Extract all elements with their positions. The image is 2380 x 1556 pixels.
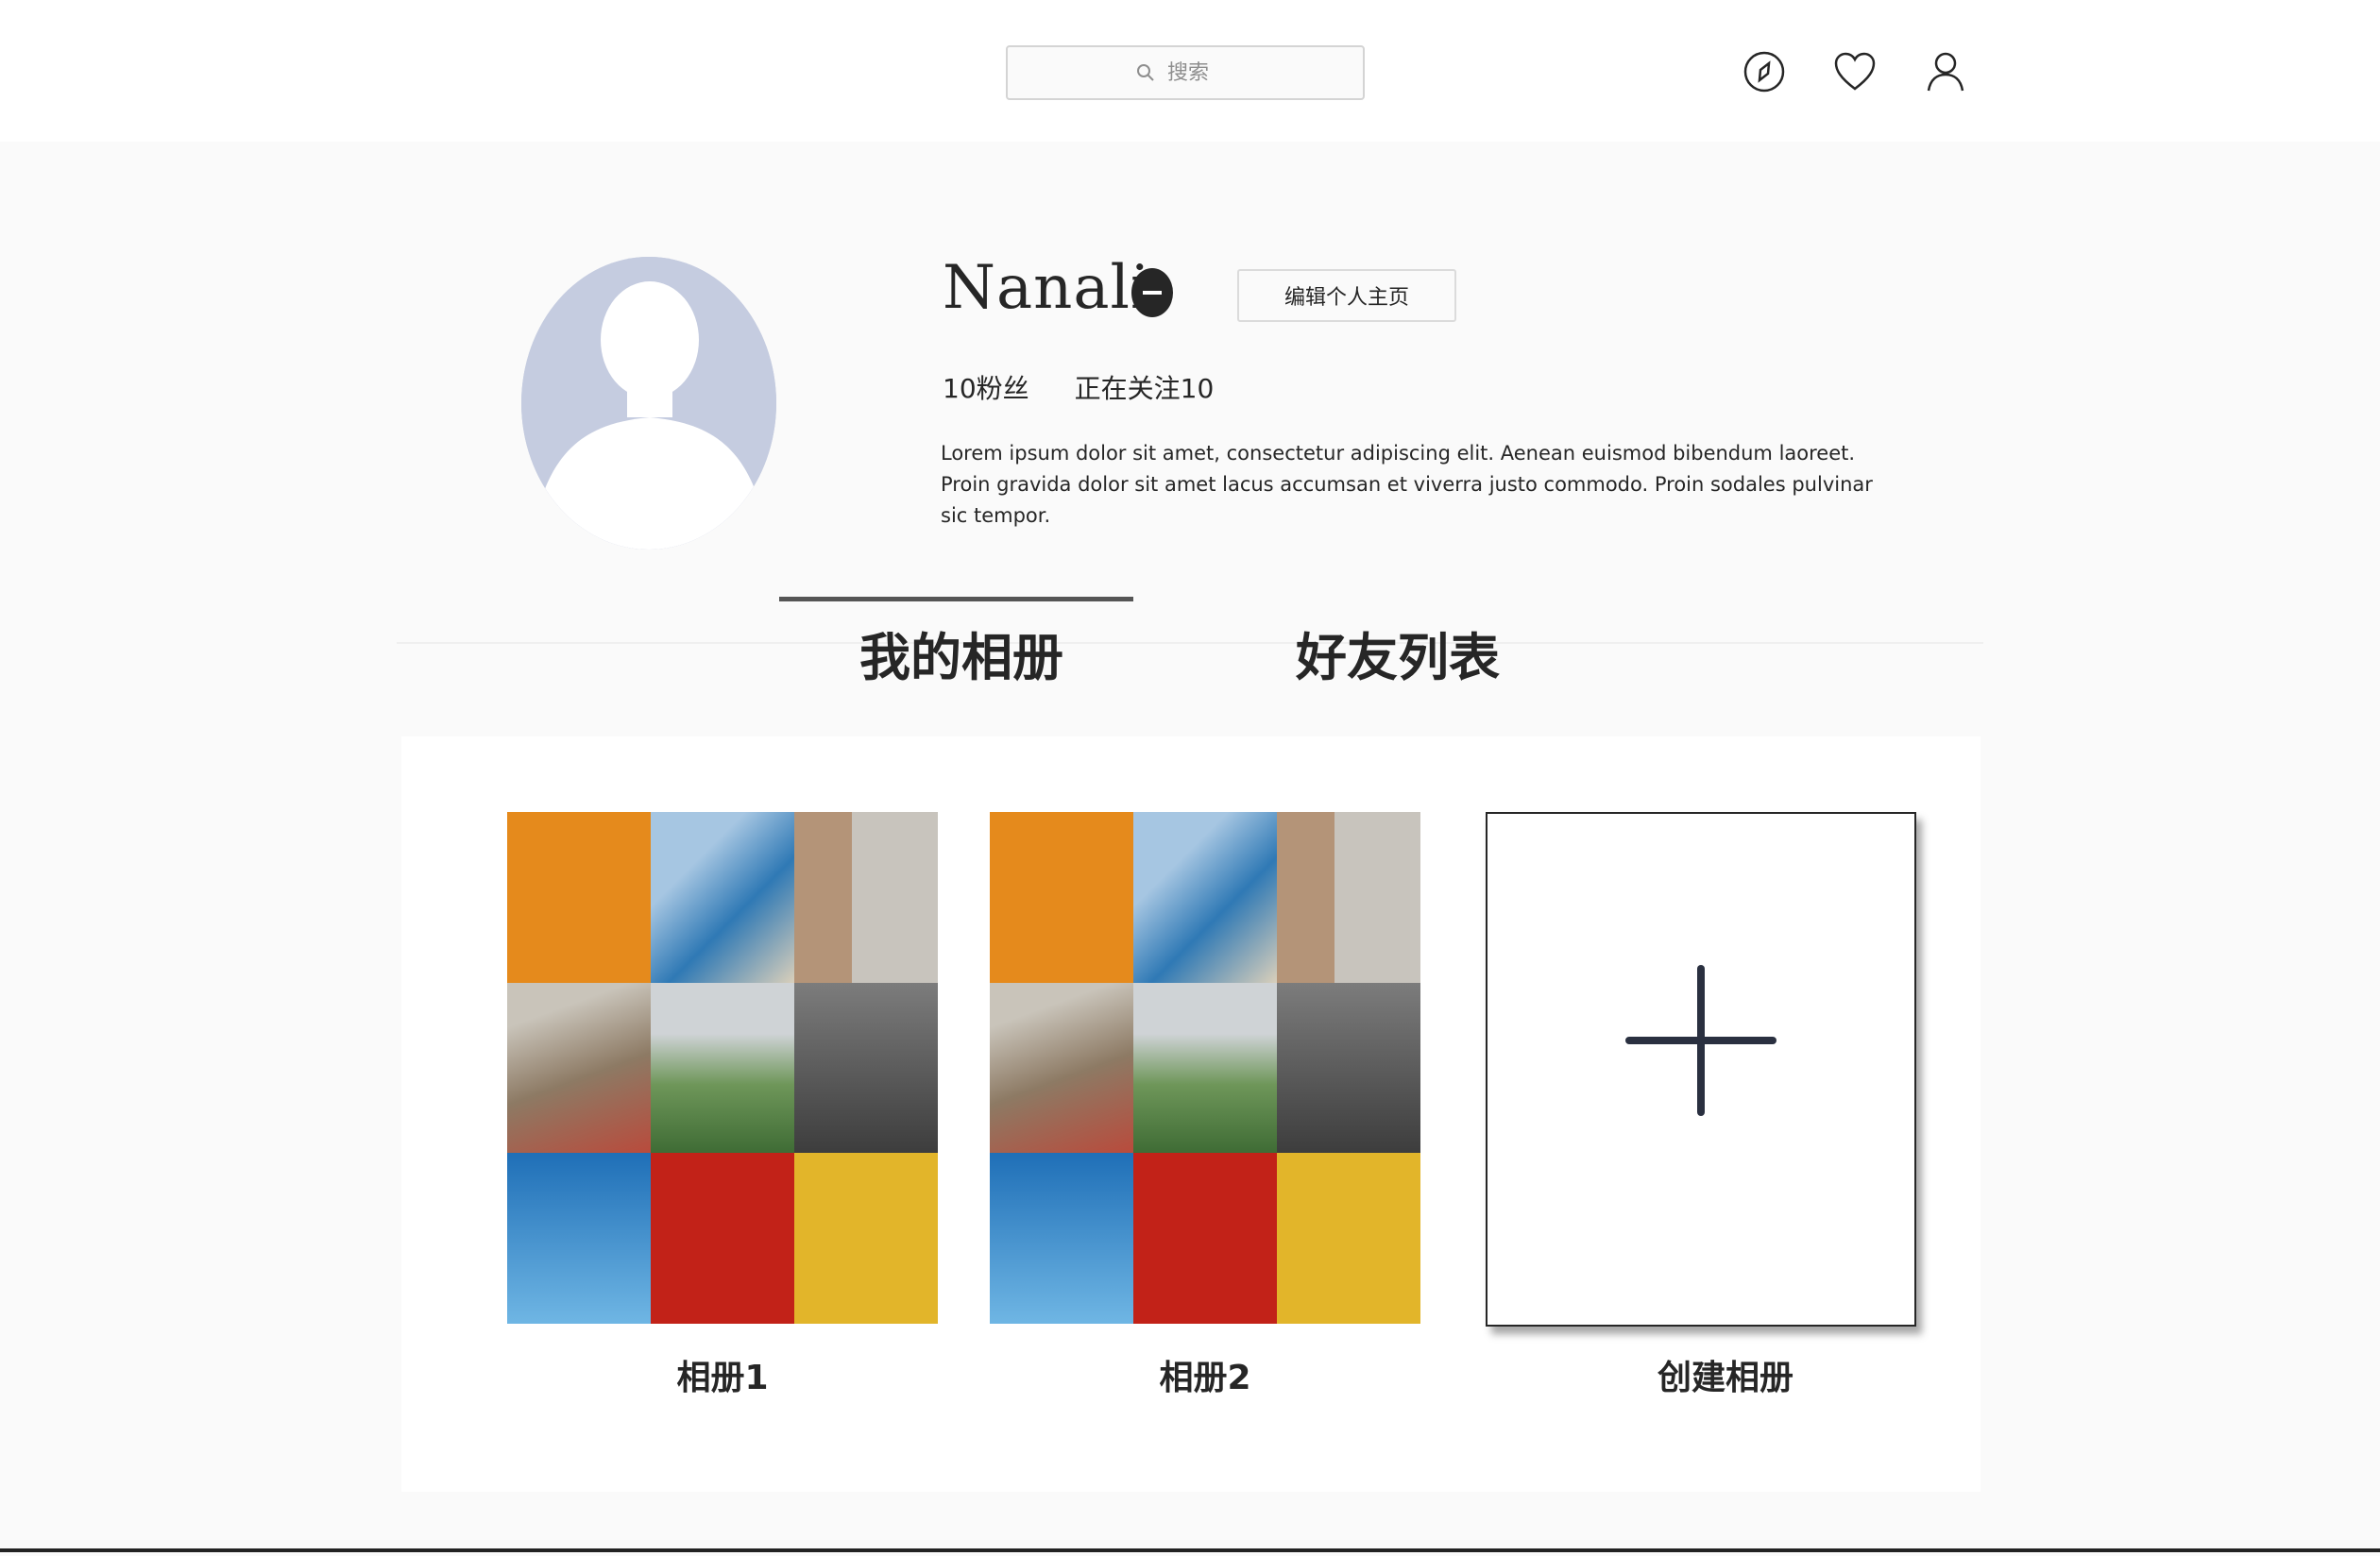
album-photo <box>990 812 1133 983</box>
album-cover-1[interactable] <box>507 812 938 1324</box>
tab-my-albums[interactable]: 我的相册 <box>859 616 1063 690</box>
album-photo <box>1133 1153 1277 1324</box>
user-icon[interactable] <box>1921 47 1970 96</box>
create-album-button[interactable] <box>1486 812 1916 1327</box>
search-input[interactable] <box>1165 59 1235 86</box>
edit-profile-button[interactable]: 编辑个人主页 <box>1237 269 1456 322</box>
avatar <box>521 257 776 550</box>
album-label-2[interactable]: 相册2 <box>990 1350 1420 1399</box>
album-photo <box>651 812 794 983</box>
album-photo <box>794 1153 938 1324</box>
album-photo <box>507 812 651 983</box>
followers-count[interactable]: 10粉丝 <box>943 368 1029 406</box>
following-count[interactable]: 正在关注10 <box>1075 368 1215 406</box>
album-photo <box>990 1153 1133 1324</box>
album-label-1[interactable]: 相册1 <box>507 1350 938 1399</box>
album-photo <box>794 812 938 983</box>
album-photo <box>507 982 651 1154</box>
album-photo <box>651 982 794 1154</box>
album-cover-2[interactable] <box>990 812 1420 1324</box>
plus-icon <box>1625 1037 1776 1044</box>
album-photo <box>1277 982 1420 1154</box>
album-photo <box>1133 982 1277 1154</box>
album-photo <box>1277 812 1420 983</box>
compass-icon[interactable] <box>1740 47 1789 96</box>
profile-bio: Lorem ipsum dolor sit amet, consectetur … <box>941 442 1873 527</box>
active-tab-indicator <box>779 597 1133 601</box>
search-icon <box>1135 62 1156 83</box>
tabs-divider <box>397 642 1983 644</box>
verified-badge-icon <box>1131 268 1173 317</box>
search-box[interactable] <box>1006 45 1365 100</box>
album-photo <box>507 1153 651 1324</box>
bottom-divider <box>0 1548 2380 1552</box>
heart-icon[interactable] <box>1830 47 1879 96</box>
tab-friends-list[interactable]: 好友列表 <box>1296 616 1500 690</box>
album-photo <box>1133 812 1277 983</box>
album-photo <box>651 1153 794 1324</box>
username: Nanali <box>943 253 1151 323</box>
top-bar <box>0 0 2380 142</box>
album-photo <box>1277 1153 1420 1324</box>
create-album-label[interactable]: 创建相册 <box>1510 1350 1941 1399</box>
album-photo <box>794 982 938 1154</box>
album-photo <box>990 982 1133 1154</box>
profile-stats: 10粉丝 正在关注10 <box>943 368 1214 406</box>
